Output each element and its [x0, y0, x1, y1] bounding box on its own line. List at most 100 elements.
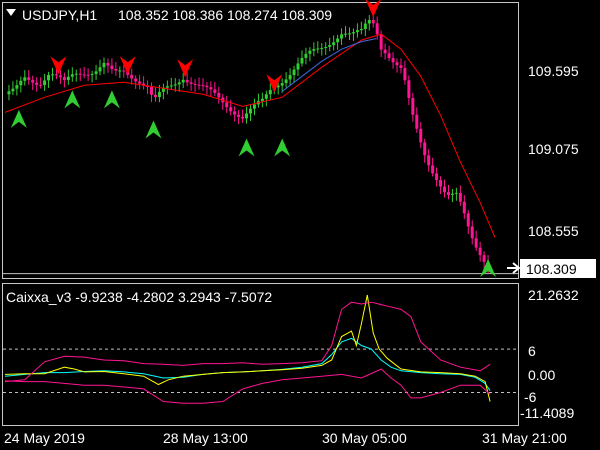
- candle-body: [213, 89, 217, 93]
- candle-body: [82, 74, 86, 76]
- buy-arrow-icon: [103, 90, 120, 109]
- indicator-tick-label: -11.4089: [520, 405, 574, 421]
- candle-body: [340, 34, 344, 39]
- sell-arrow-icon: [177, 59, 194, 78]
- candle-body: [134, 78, 138, 82]
- candle-body: [355, 30, 359, 33]
- candle-body: [122, 70, 126, 72]
- candle-body: [201, 85, 205, 87]
- candle-body: [94, 71, 98, 75]
- candle-body: [407, 80, 411, 98]
- candle-body: [260, 98, 264, 102]
- candle-body: [411, 97, 415, 115]
- candle-body: [351, 32, 355, 34]
- indicator-tick-label: 21.2632: [528, 287, 579, 303]
- candle-body: [395, 62, 399, 66]
- candle-body: [19, 80, 23, 86]
- candle-body: [264, 94, 268, 99]
- candle-body: [62, 77, 66, 81]
- candle-body: [193, 83, 197, 85]
- candle-body: [383, 49, 387, 54]
- candle-body: [458, 192, 462, 202]
- indicator-tick-label: -6: [524, 389, 537, 405]
- candle-body: [435, 173, 439, 181]
- candle-body: [276, 85, 280, 88]
- candle-body: [379, 34, 383, 50]
- indicator-title: Caixxa_v3 -9.9238 -4.2802 3.2943 -7.5072: [6, 289, 272, 305]
- candle-body: [173, 84, 177, 86]
- candle-body: [54, 74, 58, 76]
- candle-body: [446, 192, 450, 195]
- candle-body: [312, 49, 316, 51]
- candle-body: [466, 213, 470, 227]
- candle-body: [39, 84, 43, 86]
- candle-body: [11, 88, 15, 92]
- candle-body: [462, 201, 466, 214]
- candle-body: [304, 53, 308, 58]
- candle-body: [153, 94, 157, 98]
- candle-body: [106, 62, 110, 66]
- candle-body: [130, 74, 134, 79]
- buy-arrow-icon: [10, 109, 27, 128]
- candle-body: [403, 68, 407, 81]
- candle-body: [427, 155, 431, 166]
- candle-body: [296, 63, 300, 70]
- candle-body: [205, 85, 209, 88]
- candle-body: [423, 142, 427, 156]
- candle-body: [27, 77, 31, 80]
- candle-body: [375, 23, 379, 35]
- candle-body: [66, 76, 70, 81]
- price-tick-label: 108.555: [528, 223, 579, 239]
- candle-body: [157, 91, 161, 98]
- candle-body: [454, 192, 458, 194]
- time-tick-label: 31 May 21:00: [482, 430, 567, 446]
- buy-arrow-icon: [145, 120, 162, 139]
- candle-body: [478, 247, 482, 256]
- candle-body: [150, 86, 154, 95]
- candle-body: [391, 58, 395, 63]
- candle-body: [320, 47, 324, 49]
- candle-body: [47, 74, 51, 81]
- candle-body: [15, 85, 19, 89]
- indicator-axis: 21.2632 6 0.00 -6 -11.4089: [520, 287, 579, 421]
- candle-body: [209, 87, 213, 90]
- candle-body: [443, 186, 447, 193]
- candle-body: [292, 69, 296, 76]
- signal-line: [4, 294, 491, 402]
- candle-body: [324, 46, 328, 48]
- candle-body: [98, 67, 102, 72]
- time-axis: 24 May 2019 28 May 13:00 30 May 05:00 31…: [4, 430, 567, 446]
- candle-body: [284, 79, 288, 84]
- candle-body: [35, 82, 39, 85]
- candle-body: [280, 83, 284, 86]
- candle-body: [114, 68, 118, 71]
- candle-body: [229, 107, 233, 112]
- candle-body: [70, 74, 74, 77]
- indicator-tick-label: 0.00: [528, 367, 555, 383]
- candle-body: [102, 62, 106, 68]
- candle-body: [225, 102, 229, 108]
- candle-body: [169, 85, 173, 87]
- candle-body: [7, 91, 11, 95]
- oscillator-line: [4, 337, 491, 391]
- candle-body: [241, 116, 245, 119]
- candle-body: [110, 65, 114, 69]
- candle-body: [74, 73, 78, 75]
- candle-body: [450, 193, 454, 195]
- buy-arrow-icon: [274, 138, 291, 157]
- candle-body: [138, 81, 142, 84]
- current-price-label: 108.309: [526, 261, 577, 277]
- candle-body: [78, 73, 82, 75]
- price-tick-label: 109.075: [528, 141, 579, 157]
- candle-body: [51, 74, 55, 76]
- triangle-down-icon[interactable]: [6, 9, 16, 16]
- candle-body: [300, 57, 304, 64]
- buy-arrow-icon: [238, 138, 255, 157]
- candle-body: [58, 75, 62, 78]
- current-price-arrow-icon: [507, 262, 521, 274]
- price-tick-label: 109.595: [528, 63, 579, 79]
- time-tick-label: 30 May 05:00: [322, 430, 407, 446]
- candle-body: [189, 82, 193, 84]
- time-tick-label: 24 May 2019: [4, 430, 85, 446]
- candle-body: [367, 19, 371, 24]
